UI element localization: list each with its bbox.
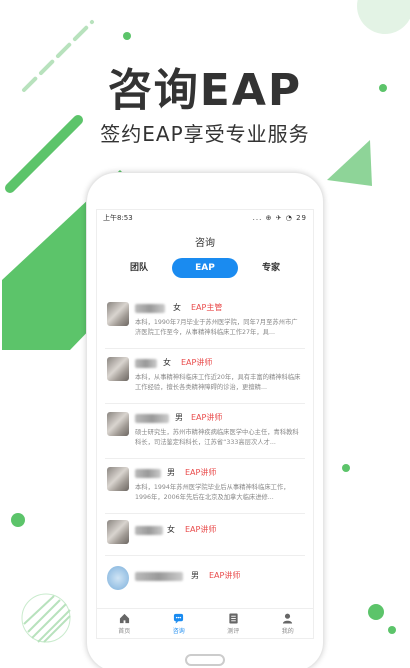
avatar bbox=[107, 520, 129, 544]
status-time: 上午8:53 bbox=[103, 214, 133, 222]
blurred-name bbox=[135, 469, 161, 478]
tab-experts[interactable]: 专家 bbox=[241, 258, 301, 278]
user-icon bbox=[283, 613, 293, 624]
expert-description: 本科，1990年7月毕业于苏州医学院，同年7月至苏州市广济医院工作至今，从事精神… bbox=[135, 319, 298, 336]
list-item[interactable]: 男 EAP讲师 硕士研究生，苏州市精神疾病临床医学中心主任，青科教科科长，司法鉴… bbox=[105, 404, 305, 459]
expert-description: 本科，从事精神科临床工作近20年，具有丰富的精神科临床工作经验，擅长各类精神障碍… bbox=[135, 374, 301, 391]
home-icon bbox=[119, 613, 129, 623]
tab-team[interactable]: 团队 bbox=[109, 258, 169, 278]
nav-label: 我的 bbox=[281, 627, 294, 635]
green-dot bbox=[11, 513, 25, 527]
avatar bbox=[107, 467, 129, 491]
role-label: EAP讲师 bbox=[191, 413, 223, 422]
gender-label: 女 bbox=[167, 525, 175, 534]
green-dot bbox=[123, 32, 131, 40]
nav-label: 测评 bbox=[227, 627, 240, 635]
role-label: EAP讲师 bbox=[209, 571, 241, 580]
gender-label: 男 bbox=[175, 413, 183, 422]
blurred-name bbox=[135, 572, 183, 581]
green-dot bbox=[388, 626, 396, 634]
status-bar: 上午8:53 ... ⊕ ✈ ◔ 29 bbox=[97, 210, 313, 226]
nav-mine[interactable]: 我的 bbox=[263, 609, 313, 638]
gender-label: 女 bbox=[163, 358, 171, 367]
bottom-nav: 首页 咨询 测评 我的 bbox=[97, 608, 313, 638]
list-item[interactable]: 男 EAP讲师 本科，1994年苏州医学院毕业后从事精神科临床工作，1996年，… bbox=[105, 459, 305, 514]
avatar bbox=[107, 566, 129, 590]
gender-label: 女 bbox=[173, 303, 181, 312]
role-label: EAP讲师 bbox=[185, 525, 217, 534]
tab-eap[interactable]: EAP bbox=[172, 258, 238, 278]
nav-label: 首页 bbox=[118, 627, 131, 635]
green-dot bbox=[342, 464, 350, 472]
avatar bbox=[107, 357, 129, 381]
nav-home[interactable]: 首页 bbox=[99, 609, 149, 638]
blurred-name bbox=[135, 304, 165, 313]
list-item[interactable]: 女 EAP讲师 本科，从事精神科临床工作近20年，具有丰富的精神科临床工作经验，… bbox=[105, 349, 305, 404]
segment-tabs: 团队 EAP 专家 bbox=[109, 256, 301, 280]
role-label: EAP讲师 bbox=[185, 468, 217, 477]
status-icons: ... ⊕ ✈ ◔ 29 bbox=[252, 214, 307, 222]
phone-screen: 上午8:53 ... ⊕ ✈ ◔ 29 咨询 团队 EAP 专家 女 EAP主管… bbox=[96, 209, 314, 639]
expert-list: 女 EAP主管 本科，1990年7月毕业于苏州医学院，同年7月至苏州市广济医院工… bbox=[97, 294, 313, 598]
promo-screen: 咨询EAP 签约EAP享受专业服务 上午8:53 ... ⊕ ✈ ◔ 29 咨询… bbox=[0, 0, 410, 668]
blurred-name bbox=[135, 359, 157, 368]
nav-label: 咨询 bbox=[172, 627, 185, 635]
expert-description: 硕士研究生，苏州市精神疾病临床医学中心主任，青科教科科长，司法鉴定科科长，江苏省… bbox=[135, 429, 299, 446]
list-icon bbox=[229, 612, 238, 624]
list-item[interactable]: 女 EAP讲师 bbox=[105, 514, 305, 556]
blurred-name bbox=[135, 414, 169, 423]
hero-title: 咨询EAP bbox=[107, 65, 303, 116]
nav-assessment[interactable]: 测评 bbox=[208, 609, 258, 638]
list-item[interactable]: 男 EAP讲师 bbox=[105, 556, 305, 598]
hero-subtitle: 签约EAP享受专业服务 bbox=[100, 122, 310, 146]
top-right-circle bbox=[357, 0, 410, 34]
avatar bbox=[107, 412, 129, 436]
nav-consult[interactable]: 咨询 bbox=[154, 609, 204, 638]
blurred-name bbox=[135, 526, 163, 535]
role-label: EAP讲师 bbox=[181, 358, 213, 367]
chat-icon bbox=[174, 613, 184, 624]
gender-label: 男 bbox=[191, 571, 199, 580]
role-label: EAP主管 bbox=[191, 303, 223, 312]
phone-home-button bbox=[185, 654, 225, 666]
gender-label: 男 bbox=[167, 468, 175, 477]
page-title: 咨询 bbox=[195, 238, 215, 249]
expert-description: 本科，1994年苏州医学院毕业后从事精神科临床工作，1996年，2006年先后在… bbox=[135, 484, 290, 501]
green-dot bbox=[368, 604, 384, 620]
avatar bbox=[107, 302, 129, 326]
list-item[interactable]: 女 EAP主管 本科，1990年7月毕业于苏州医学院，同年7月至苏州市广济医院工… bbox=[105, 294, 305, 349]
